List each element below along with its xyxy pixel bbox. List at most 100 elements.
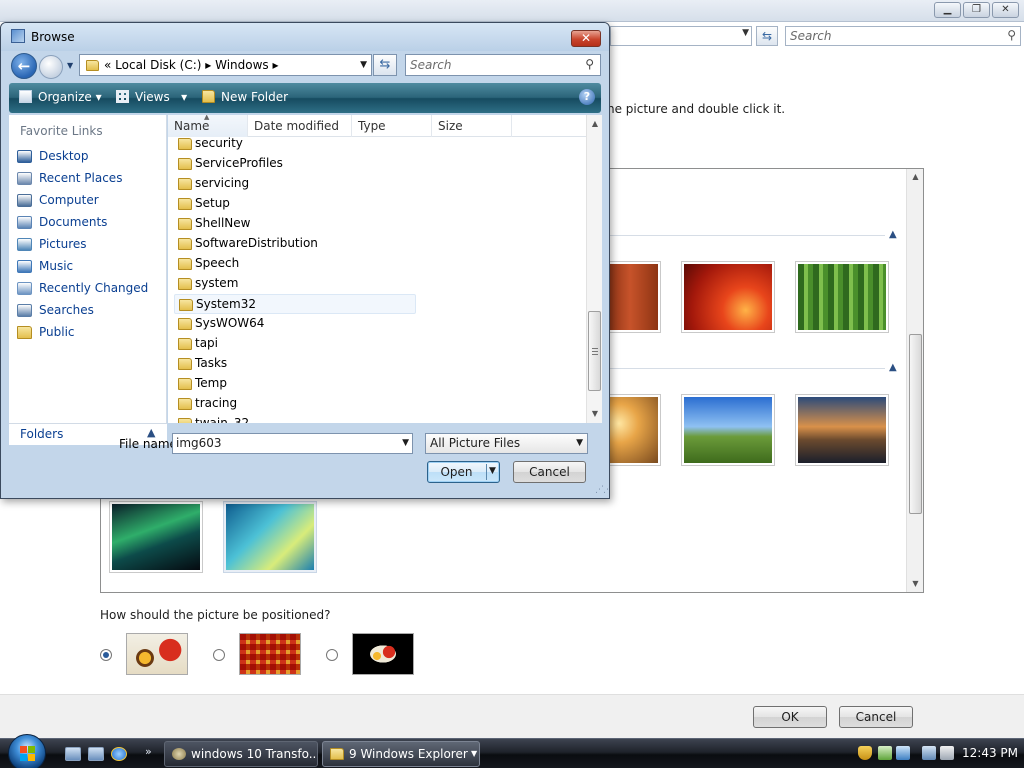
security-shield-icon[interactable] [858, 746, 872, 760]
file-type-select[interactable]: All Picture Files ▼ [425, 433, 588, 454]
background-cancel-button[interactable]: Cancel [839, 706, 913, 728]
list-item[interactable]: Tasks [174, 354, 416, 374]
breadcrumb[interactable]: « Local Disk (C:) ▸ Windows ▸ [104, 58, 279, 72]
position-tile-radio[interactable] [213, 649, 225, 661]
list-item[interactable]: Temp [174, 374, 416, 394]
close-button[interactable]: ✕ [992, 2, 1019, 18]
volume-muted-icon[interactable] [940, 746, 954, 760]
chevron-down-icon[interactable]: ▼ [360, 60, 367, 70]
list-item[interactable]: system [174, 274, 416, 294]
favorite-link-pictures[interactable]: Pictures [15, 235, 165, 255]
network-icon[interactable] [896, 746, 910, 760]
scroll-down-icon[interactable]: ▼ [587, 409, 602, 418]
refresh-icon[interactable]: ⇆ [756, 26, 778, 46]
favorite-link-recent-places[interactable]: Recent Places [15, 169, 165, 189]
column-header-date-modified[interactable]: Date modified [248, 115, 352, 137]
open-button[interactable]: Open ▼ [427, 461, 500, 483]
wallpaper-thumbnail[interactable] [681, 261, 775, 333]
list-item[interactable]: tapi [174, 334, 416, 354]
list-item[interactable]: ServiceProfiles [174, 154, 416, 174]
collapse-icon[interactable]: ▲ [889, 229, 897, 240]
show-desktop-icon[interactable] [65, 747, 81, 761]
internet-explorer-icon[interactable] [111, 747, 127, 761]
list-item[interactable]: ShellNew [174, 214, 416, 234]
open-options-chevron-icon[interactable]: ▼ [489, 466, 496, 476]
picture-list-scrollbar[interactable]: ▲ ▼ [906, 169, 923, 592]
background-address-bar[interactable]: ▼ [610, 26, 752, 46]
scrollbar-thumb[interactable] [909, 334, 922, 514]
column-header-type[interactable]: Type [352, 115, 432, 137]
dialog-search-input[interactable]: Search ⚲ [405, 54, 601, 76]
list-item[interactable]: servicing [174, 174, 416, 194]
group-divider [609, 368, 885, 369]
wallpaper-thumbnail[interactable] [681, 394, 775, 466]
dialog-cancel-button[interactable]: Cancel [513, 461, 586, 483]
organize-menu[interactable]: Organize ▾ [19, 90, 102, 104]
display-icon[interactable] [922, 746, 936, 760]
list-item[interactable]: security [174, 137, 416, 154]
refresh-icon[interactable]: ⇆ [373, 54, 397, 76]
favorite-link-computer[interactable]: Computer [15, 191, 165, 211]
clock[interactable]: 12:43 PM [962, 746, 1018, 760]
file-name-input[interactable]: img603 ▼ [172, 433, 413, 454]
list-item[interactable]: Setup [174, 194, 416, 214]
chevron-down-icon[interactable]: ▼ [576, 438, 583, 448]
chevron-down-icon[interactable]: ▼ [402, 438, 409, 448]
switch-windows-icon[interactable] [88, 747, 104, 761]
scroll-down-icon[interactable]: ▼ [907, 579, 924, 588]
update-icon[interactable] [878, 746, 892, 760]
recent-pages-chevron-icon[interactable]: ▼ [67, 61, 73, 70]
maximize-button[interactable]: ❐ [963, 2, 990, 18]
search-icon[interactable]: ⚲ [1007, 28, 1016, 42]
taskbar-button-windows-10-transfo[interactable]: windows 10 Transfo... [164, 741, 318, 767]
favorite-link-desktop[interactable]: Desktop [15, 147, 165, 167]
wallpaper-thumbnail[interactable] [109, 501, 203, 573]
new-folder-button[interactable]: New Folder [202, 90, 288, 104]
position-center-preview[interactable] [352, 633, 414, 675]
views-icon [116, 90, 129, 103]
taskbar-button-windows-explorer[interactable]: 9 Windows Explorer ▼ [322, 741, 480, 767]
favorite-link-music[interactable]: Music [15, 257, 165, 277]
favorite-link-public[interactable]: Public [15, 323, 165, 343]
ok-button[interactable]: OK [753, 706, 827, 728]
wallpaper-thumbnail[interactable] [795, 394, 889, 466]
views-menu[interactable]: Views ▾ [116, 90, 187, 104]
back-arrow-icon[interactable]: ← [11, 53, 37, 79]
column-header-size[interactable]: Size [432, 115, 512, 137]
list-item[interactable]: Speech [174, 254, 416, 274]
chevron-down-icon[interactable]: ▼ [471, 749, 477, 758]
favorite-link-searches[interactable]: Searches [15, 301, 165, 321]
navigation-row: ← ▼ « Local Disk (C:) ▸ Windows ▸ ▼ ⇆ Se… [1, 51, 609, 81]
collapse-icon[interactable]: ▲ [889, 362, 897, 373]
search-icon[interactable]: ⚲ [585, 57, 594, 71]
list-item[interactable]: SysWOW64 [174, 314, 416, 334]
dialog-title-bar[interactable]: Browse ✕ [1, 23, 609, 51]
list-item[interactable]: twain_32 [174, 414, 416, 423]
resize-grip-icon[interactable]: ⋰⋰ [595, 485, 609, 495]
list-item-hovered[interactable]: System32 [174, 294, 416, 314]
start-button[interactable] [8, 734, 46, 768]
favorite-link-recently-changed[interactable]: Recently Changed [15, 279, 165, 299]
help-icon[interactable]: ? [579, 89, 595, 105]
background-search-input[interactable]: Search ⚲ [785, 26, 1021, 46]
quick-launch-more-icon[interactable]: » [145, 745, 152, 758]
position-tile-preview[interactable] [239, 633, 301, 675]
position-fit-radio[interactable] [100, 649, 112, 661]
favorite-link-documents[interactable]: Documents [15, 213, 165, 233]
position-fit-preview[interactable] [126, 633, 188, 675]
scroll-up-icon[interactable]: ▲ [587, 119, 602, 128]
wallpaper-thumbnail-selected[interactable] [223, 501, 317, 573]
chevron-down-icon[interactable]: ▼ [742, 28, 749, 38]
wallpaper-thumbnail[interactable] [795, 261, 889, 333]
column-header-name[interactable]: ▲ Name [168, 115, 248, 137]
forward-arrow-icon[interactable] [39, 55, 63, 79]
dialog-close-button[interactable]: ✕ [571, 30, 601, 47]
scroll-up-icon[interactable]: ▲ [907, 172, 924, 181]
list-item[interactable]: SoftwareDistribution [174, 234, 416, 254]
list-item[interactable]: tracing [174, 394, 416, 414]
file-list-scrollbar[interactable]: ▲ ▼ [586, 115, 602, 423]
scrollbar-thumb[interactable] [588, 311, 601, 391]
position-center-radio[interactable] [326, 649, 338, 661]
address-bar[interactable]: « Local Disk (C:) ▸ Windows ▸ ▼ [79, 54, 372, 76]
minimize-button[interactable]: ▁ [934, 2, 961, 18]
